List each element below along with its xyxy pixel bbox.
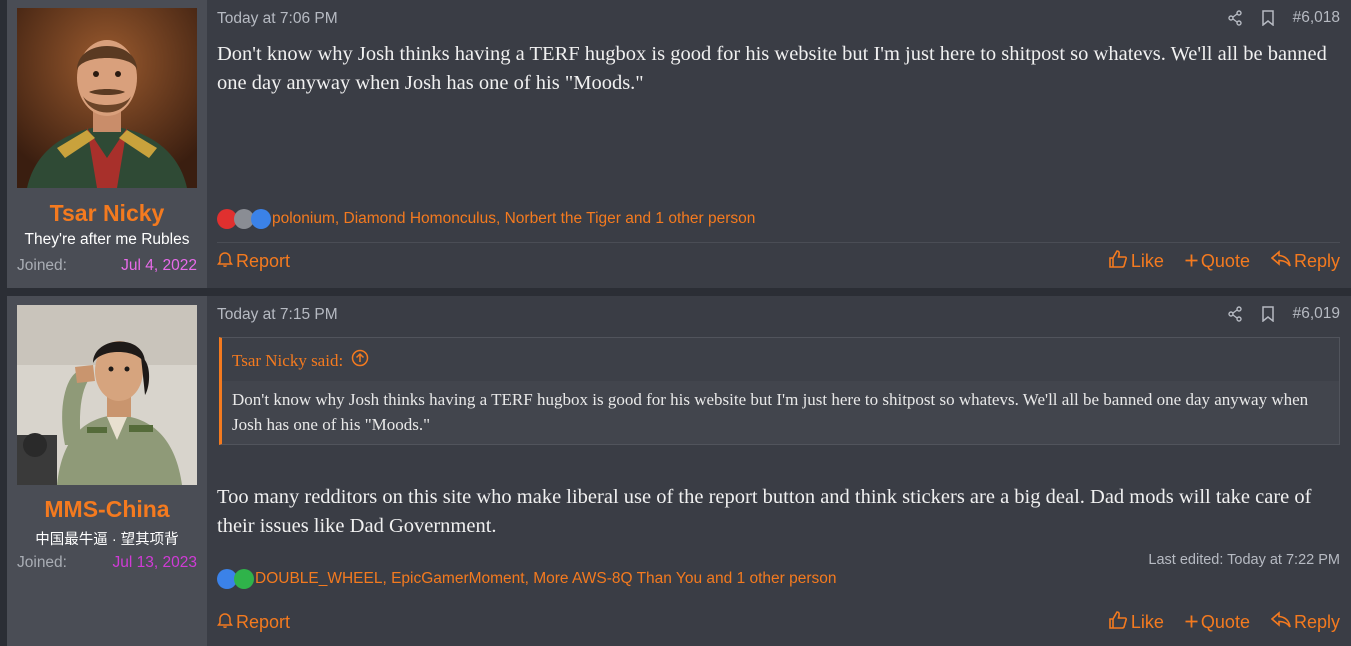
bell-icon (217, 250, 233, 273)
reply-button[interactable]: Reply (1270, 249, 1340, 274)
quote-label: Quote (1200, 251, 1250, 271)
post-actions: Report Like Quote Reply (217, 249, 1340, 274)
quote-header[interactable]: Tsar Nicky said: (232, 349, 369, 372)
post-actions: Report Like Quote Reply (217, 610, 1340, 635)
post-date[interactable]: Today at 7:06 PM (217, 10, 338, 28)
post-date[interactable]: Today at 7:15 PM (217, 306, 338, 324)
like-button[interactable]: Like (1108, 610, 1164, 635)
report-label: Report (236, 612, 291, 632)
quote-body: Don't know why Josh thinks having a TERF… (222, 381, 1339, 444)
bell-icon (217, 611, 233, 634)
plus-icon (1185, 612, 1198, 633)
divider (217, 242, 1340, 243)
quote-block: Tsar Nicky said: Don't know why Josh thi… (219, 337, 1340, 445)
joined-label: Joined: (17, 554, 67, 571)
reaction-users[interactable]: DOUBLE_WHEEL, EpicGamerMoment, More AWS-… (255, 570, 837, 588)
post-tools: #6,018 (1227, 9, 1340, 27)
plus-icon (1185, 251, 1198, 272)
post-6018: Tsar Nicky They're after me Rubles Joine… (7, 0, 1351, 288)
bookmark-icon[interactable] (1261, 10, 1275, 26)
reply-button[interactable]: Reply (1270, 610, 1340, 635)
avatar[interactable] (17, 8, 197, 188)
last-edited: Last edited: Today at 7:22 PM (1148, 552, 1340, 568)
like-label: Like (1130, 612, 1164, 632)
arrow-up-circle-icon[interactable] (351, 349, 369, 372)
reply-icon (1270, 611, 1291, 634)
share-icon[interactable] (1227, 10, 1243, 26)
username[interactable]: MMS-China (7, 496, 207, 523)
reply-label: Reply (1293, 251, 1340, 271)
reactions-bar[interactable]: DOUBLE_WHEEL, EpicGamerMoment, More AWS-… (217, 569, 837, 589)
post-tools: #6,019 (1227, 305, 1340, 323)
like-button[interactable]: Like (1108, 249, 1164, 274)
user-title: They're after me Rubles (24, 231, 190, 248)
post-content: Today at 7:06 PM #6,018 Don't know why J… (217, 0, 1340, 288)
joined-label: Joined: (17, 257, 67, 274)
reaction-icons (217, 569, 254, 589)
report-button[interactable]: Report (217, 250, 290, 273)
quote-author[interactable]: Tsar Nicky said: (232, 351, 343, 371)
post-body: Don't know why Josh thinks having a TERF… (217, 43, 1327, 94)
thumbs-up-icon (251, 209, 271, 229)
check-icon (234, 569, 254, 589)
post-6019: MMS-China 中国最牛逼 · 望其项背 Joined: Jul 13, 2… (7, 296, 1351, 646)
reply-label: Reply (1293, 612, 1340, 632)
user-info: MMS-China 中国最牛逼 · 望其项背 Joined: Jul 13, 2… (7, 296, 207, 646)
report-label: Report (236, 251, 291, 271)
share-icon[interactable] (1227, 306, 1243, 322)
bookmark-icon[interactable] (1261, 306, 1275, 322)
quote-button[interactable]: Quote (1185, 249, 1250, 274)
post-number[interactable]: #6,019 (1293, 305, 1340, 323)
user-info: Tsar Nicky They're after me Rubles Joine… (7, 0, 207, 288)
reaction-users[interactable]: polonium, Diamond Homonculus, Norbert th… (272, 210, 755, 228)
post-body: Too many redditors on this site who make… (217, 486, 1312, 537)
quote-label: Quote (1200, 612, 1250, 632)
avatar[interactable] (17, 305, 197, 485)
quote-button[interactable]: Quote (1185, 610, 1250, 635)
reply-icon (1270, 250, 1291, 273)
post-number[interactable]: #6,018 (1293, 9, 1340, 27)
like-label: Like (1130, 251, 1164, 271)
report-button[interactable]: Report (217, 611, 290, 634)
post-content: Today at 7:15 PM #6,019 Tsar Nicky said: (217, 296, 1340, 646)
reaction-icons (217, 209, 271, 229)
joined-date: Jul 4, 2022 (121, 257, 197, 274)
user-title: 中国最牛逼 · 望其项背 (35, 532, 179, 548)
username[interactable]: Tsar Nicky (7, 200, 207, 227)
reactions-bar[interactable]: polonium, Diamond Homonculus, Norbert th… (217, 209, 755, 229)
thumbs-up-icon (1108, 249, 1128, 274)
thumbs-up-icon (1108, 610, 1128, 635)
joined-date: Jul 13, 2023 (112, 554, 197, 571)
